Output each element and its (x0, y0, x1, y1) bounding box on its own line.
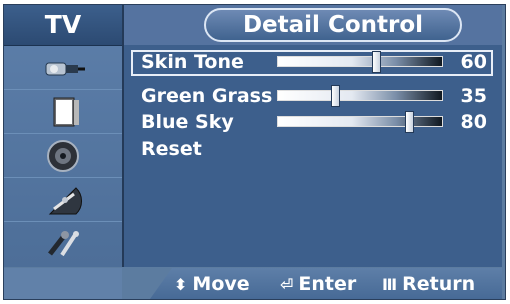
enter-icon: ⏎ (280, 275, 294, 294)
return-hint: Ⅲ Return (382, 271, 475, 298)
setting-row-skin-tone[interactable]: Skin Tone 60 (131, 50, 493, 76)
slider-knob[interactable] (405, 111, 414, 133)
speaker-icon[interactable] (4, 134, 122, 178)
enter-label: Enter (298, 273, 357, 295)
satellite-dish-icon[interactable] (4, 178, 122, 222)
setting-label: Blue Sky (141, 111, 234, 133)
footer-left (4, 268, 122, 299)
blue-sky-slider[interactable] (277, 111, 443, 133)
return-icon: Ⅲ (382, 275, 398, 294)
setting-value: 35 (460, 85, 487, 107)
setting-label: Skin Tone (141, 51, 244, 73)
move-arrows-icon: ⬍ (174, 275, 188, 294)
setting-value: 60 (460, 51, 487, 73)
sidebar-header: TV (4, 5, 122, 46)
tv-osd-menu: TV Detail Control Skin Tone 60 Green Gra… (0, 0, 510, 304)
page-title: Detail Control (204, 8, 462, 42)
reset-option[interactable]: Reset (141, 137, 202, 161)
setting-row-blue-sky[interactable]: Blue Sky 80 (131, 110, 493, 136)
green-grass-slider[interactable] (277, 85, 443, 107)
tools-icon[interactable] (4, 222, 122, 265)
setting-row-green-grass[interactable]: Green Grass 35 (131, 84, 493, 110)
setting-value: 80 (460, 111, 487, 133)
picture-panel-icon[interactable] (4, 90, 122, 134)
skin-tone-slider[interactable] (277, 51, 443, 73)
return-label: Return (402, 273, 476, 295)
move-label: Move (192, 273, 250, 295)
slider-knob[interactable] (372, 51, 381, 73)
input-plug-icon[interactable] (4, 46, 122, 90)
setting-label: Green Grass (141, 85, 273, 107)
enter-hint: ⏎ Enter (280, 271, 356, 298)
move-hint: ⬍ Move (174, 271, 250, 298)
slider-knob[interactable] (331, 85, 340, 107)
